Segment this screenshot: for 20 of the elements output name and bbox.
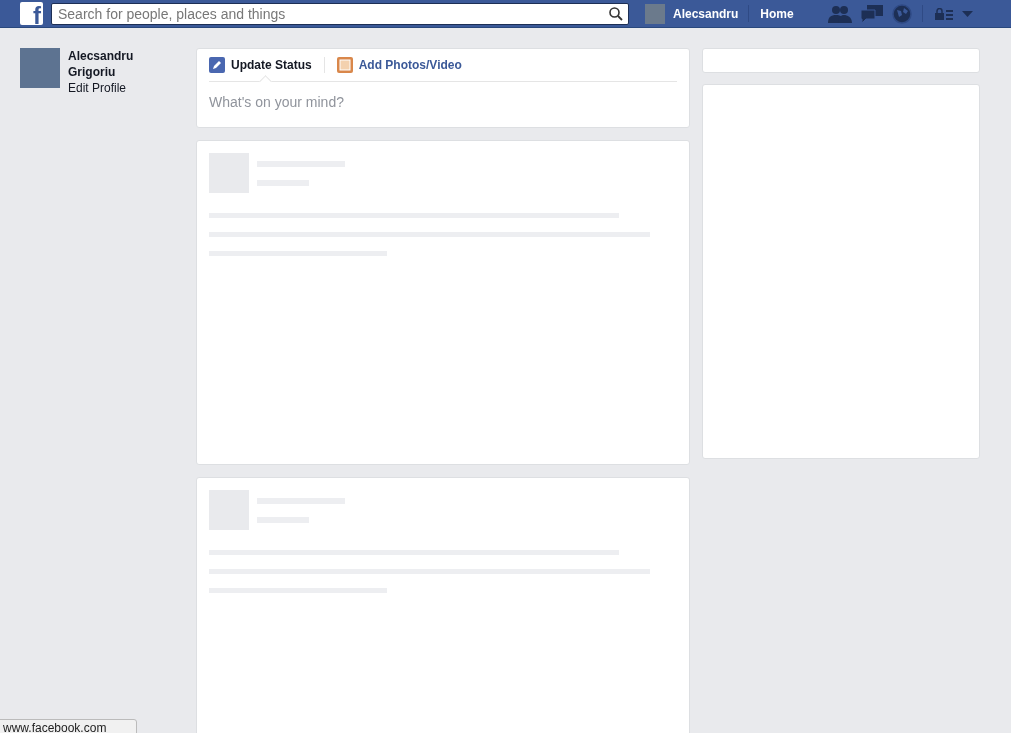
pencil-icon — [209, 57, 225, 73]
search-input[interactable]: Search for people, places and things — [52, 5, 609, 22]
status-bar-url: www.facebook.com — [0, 719, 138, 733]
home-link[interactable]: Home — [760, 6, 794, 21]
search-field[interactable]: Search for people, places and things — [51, 2, 629, 25]
profile-link[interactable]: Alecsandru — [673, 6, 739, 21]
photo-icon — [336, 57, 353, 73]
edit-profile-link[interactable]: Edit Profile — [68, 80, 148, 96]
user-name-link[interactable]: Alecsandru Grigoriu — [68, 48, 148, 80]
caret-icon[interactable] — [961, 10, 973, 17]
avatar[interactable] — [645, 3, 665, 24]
globe-icon[interactable] — [891, 3, 912, 24]
add-photos-tab[interactable]: Add Photos/Video — [336, 49, 462, 81]
messages-icon[interactable] — [860, 4, 883, 23]
composer-card[interactable]: Update Status Add Photos/Video What's on your mind? — [196, 48, 690, 128]
lock-icon[interactable] — [934, 7, 953, 20]
status-input[interactable]: What's on your mind? — [209, 82, 677, 122]
search-icon[interactable] — [609, 6, 623, 21]
logo-icon[interactable]: f — [20, 2, 43, 25]
friends-icon[interactable] — [827, 4, 852, 23]
